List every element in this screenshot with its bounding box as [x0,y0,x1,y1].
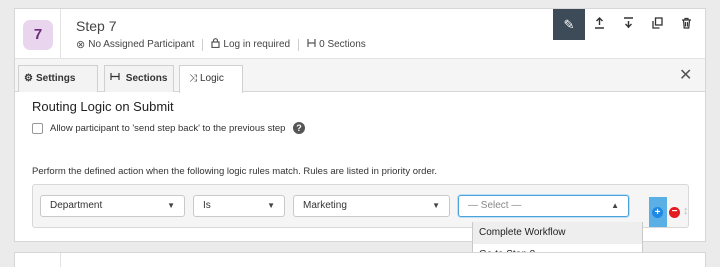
insert-icon [623,17,634,32]
routing-heading: Routing Logic on Submit [32,99,174,114]
drag-handle-icon[interactable]: ↕ [683,205,689,217]
step-number-column: 7 [15,9,61,59]
no-participant-icon: ⊗ [76,39,86,51]
step-header: 7 Step 7 ⊗ No Assigned Participant Log i… [15,9,705,59]
operator-select-value: Is [203,200,211,211]
send-back-checkbox[interactable] [32,123,43,134]
tab-sections[interactable]: Sections [104,65,174,92]
add-rule-button[interactable]: + [652,207,663,218]
caret-down-icon: ▼ [432,201,440,210]
step-number-column [15,253,61,267]
logic-description: Perform the defined action when the foll… [32,166,438,177]
send-back-label[interactable]: Allow participant to 'send step back' to… [50,123,285,134]
tab-label: Logic [200,73,224,84]
gear-icon: ⚙ [24,73,33,84]
delete-button[interactable] [672,9,701,40]
step-card: 7 Step 7 ⊗ No Assigned Participant Log i… [14,8,706,267]
value-select-value: Marketing [303,200,347,211]
caret-up-icon: ▲ [611,201,619,210]
tab-label: Settings [35,73,76,84]
sections-icon [307,38,316,51]
trash-icon [681,17,692,32]
field-select[interactable]: Department ▼ [40,195,185,217]
help-icon[interactable]: ? [293,122,305,134]
step-number-badge: 7 [23,20,53,50]
remove-rule-button[interactable]: − [669,207,680,218]
meta-divider [202,38,204,51]
edit-button[interactable]: ✎ [553,9,585,40]
action-select-placeholder: — Select — [468,200,522,211]
meta-divider [298,38,300,51]
copy-icon [652,17,663,32]
caret-down-icon: ▼ [167,201,175,210]
insert-step-button[interactable] [614,9,643,40]
dropdown-option[interactable]: Complete Workflow [473,222,642,244]
close-icon[interactable]: ✕ [679,65,692,85]
participant-label: No Assigned Participant [88,39,195,50]
value-select[interactable]: Marketing ▼ [293,195,450,217]
upload-icon [594,17,605,32]
sections-label: 0 Sections [319,39,366,50]
move-up-button[interactable] [585,9,614,40]
action-select[interactable]: — Select — ▲ [458,195,629,217]
field-select-value: Department [50,200,103,211]
caret-down-icon: ▼ [267,201,275,210]
shuffle-icon: ⤨ [189,73,197,84]
tab-logic[interactable]: ⤨ Logic [179,65,243,93]
login-label: Log in required [223,39,291,50]
tab-label: Sections [125,73,168,84]
step-title[interactable]: Step 7 [76,18,116,34]
step-meta: ⊗ No Assigned Participant Log in require… [76,38,366,51]
tab-settings[interactable]: ⚙ Settings [18,65,98,92]
duplicate-button[interactable] [643,9,672,40]
lock-icon [211,38,220,51]
next-step-card [14,252,706,267]
plus-icon: + [654,207,661,218]
minus-icon: − [671,206,678,217]
sections-icon [110,73,123,84]
pencil-icon: ✎ [563,17,575,32]
step-tabs: ⚙ Settings Sections ⤨ Logic [15,59,705,93]
step-toolbar: ✎ [553,9,701,40]
operator-select[interactable]: Is ▼ [193,195,285,217]
